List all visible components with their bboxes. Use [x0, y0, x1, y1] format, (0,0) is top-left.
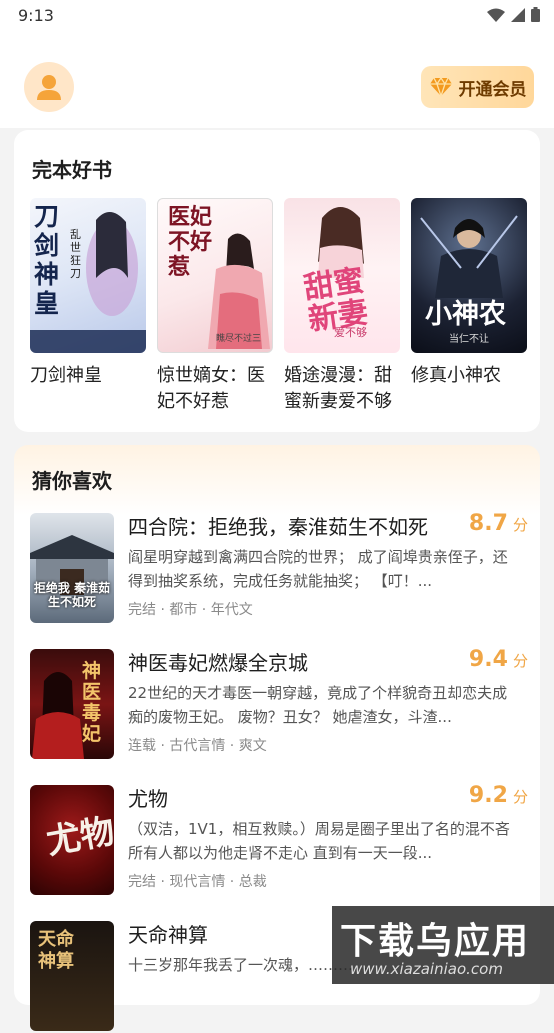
cover-title: 尤物 [43, 811, 114, 863]
wifi-icon [487, 8, 505, 22]
cover-title: 神医毒妃 [82, 660, 102, 745]
book-card[interactable]: 甜蜜新妻 爱不够 婚途漫漫：甜蜜新妻爱不够 [284, 198, 400, 415]
status-bar: 9:13 [0, 0, 554, 32]
book-card[interactable]: 刀剑神皇 乱世狂刀 刀剑神皇 [30, 198, 146, 415]
watermark: 下载乌应用 www.xiazainiao.com [332, 906, 554, 984]
item-title: 四合院：拒绝我，秦淮茹生不如死 [128, 515, 428, 539]
rating-value: 8.7 [468, 511, 508, 536]
cover-author: 乱世狂刀 [70, 228, 81, 280]
rating-value: 9.4 [468, 647, 508, 672]
vip-button-label: 开通会员 [458, 79, 527, 100]
rating-unit: 分 [512, 652, 528, 670]
rating: 9.4 分 [469, 647, 528, 672]
rating: 8.7 分 [469, 511, 528, 536]
book-cover: 拒绝我 秦淮茹 生不如死 [30, 513, 114, 623]
watermark-text: 下载乌应用 [340, 921, 531, 962]
item-description: 阎星明穿越到禽满四合院的世界； 成了阎埠贵亲侄子，还得到抽奖系统，完成任务就能抽… [128, 548, 508, 590]
book-title: 惊世嫡女：医妃不好惹 [157, 365, 265, 412]
list-item[interactable]: 拒绝我 秦淮茹 生不如死 四合院：拒绝我，秦淮茹生不如死 8.7 分 阎星明穿越… [30, 511, 530, 625]
item-description: 22世纪的天才毒医一朝穿越，竟成了个样貌奇丑却恋夫成痴的废物王妃。 废物？丑女？… [128, 684, 508, 726]
books-row: 刀剑神皇 乱世狂刀 刀剑神皇 医妃不好惹 瞧尽不过三 惊世嫡女：医妃不好惹 甜蜜… [30, 198, 530, 415]
status-time: 9:13 [18, 6, 54, 25]
book-cover: 甜蜜新妻 爱不够 [284, 198, 400, 353]
rating-unit: 分 [512, 788, 528, 806]
book-title: 修真小神农 [411, 365, 501, 386]
signal-icon [511, 7, 525, 22]
cover-title: 天命神算 [38, 929, 74, 972]
cover-title: 拒绝我 秦淮茹 生不如死 [33, 581, 111, 609]
diamond-icon [429, 77, 452, 97]
item-title: 天命神算 [128, 923, 208, 947]
book-cover: 神医毒妃 [30, 649, 114, 759]
list-item[interactable]: 尤物 尤物 9.2 分 （双洁，1V1，相互救赎。）周易是圈子里出了名的混不吝 … [30, 783, 530, 897]
rating-unit: 分 [512, 516, 528, 534]
book-cover: 天命神算 [30, 921, 114, 1031]
book-card[interactable]: 医妃不好惹 瞧尽不过三 惊世嫡女：医妃不好惹 [157, 198, 273, 415]
book-title: 婚途漫漫：甜蜜新妻爱不够 [284, 365, 392, 412]
book-cover: 尤物 [30, 785, 114, 895]
book-cover: 医妃不好惹 瞧尽不过三 [157, 198, 273, 353]
book-title: 刀剑神皇 [30, 365, 102, 386]
user-icon [37, 75, 61, 100]
item-tags: 连载 · 古代言情 · 爽文 [128, 738, 267, 754]
status-icons [487, 7, 540, 22]
watermark-url: www.xiazainiao.com [350, 960, 503, 978]
section-title: 完本好书 [32, 158, 112, 182]
cover-title: 医妃不好惹 [168, 204, 213, 280]
cover-author: 当仁不让 [449, 334, 489, 345]
vip-button[interactable]: 开通会员 [421, 66, 534, 108]
finished-books-section: 完本好书 刀剑神皇 乱世狂刀 刀剑神皇 医妃不好惹 瞧尽不过三 惊世嫡女：医妃不… [14, 130, 540, 432]
rating: 9.2 分 [469, 783, 528, 808]
book-cover: 小神农 当仁不让 [411, 198, 527, 353]
list-item[interactable]: 神医毒妃 神医毒妃燃爆全京城 9.4 分 22世纪的天才毒医一朝穿越，竟成了个样… [30, 647, 530, 761]
cover-author: 瞧尽不过三 [216, 334, 262, 344]
battery-icon [531, 7, 540, 22]
section-title: 猜你喜欢 [32, 469, 112, 493]
item-title: 神医毒妃燃爆全京城 [128, 651, 308, 675]
item-title: 尤物 [128, 787, 168, 811]
item-tags: 完结 · 现代言情 · 总裁 [128, 874, 267, 890]
rating-value: 9.2 [468, 783, 508, 808]
item-tags: 完结 · 都市 · 年代文 [128, 602, 253, 618]
item-description: （双洁，1V1，相互救赎。）周易是圈子里出了名的混不吝 所有人都以为他走肾不走心… [128, 820, 510, 862]
avatar[interactable] [24, 62, 74, 112]
book-cover: 刀剑神皇 乱世狂刀 [30, 198, 146, 353]
cover-author: 爱不够 [334, 326, 367, 339]
app-header: 开通会员 [0, 32, 554, 128]
cover-title: 小神农 [425, 299, 506, 330]
book-card[interactable]: 小神农 当仁不让 修真小神农 [411, 198, 527, 415]
cover-title: 刀剑神皇 [34, 202, 60, 318]
